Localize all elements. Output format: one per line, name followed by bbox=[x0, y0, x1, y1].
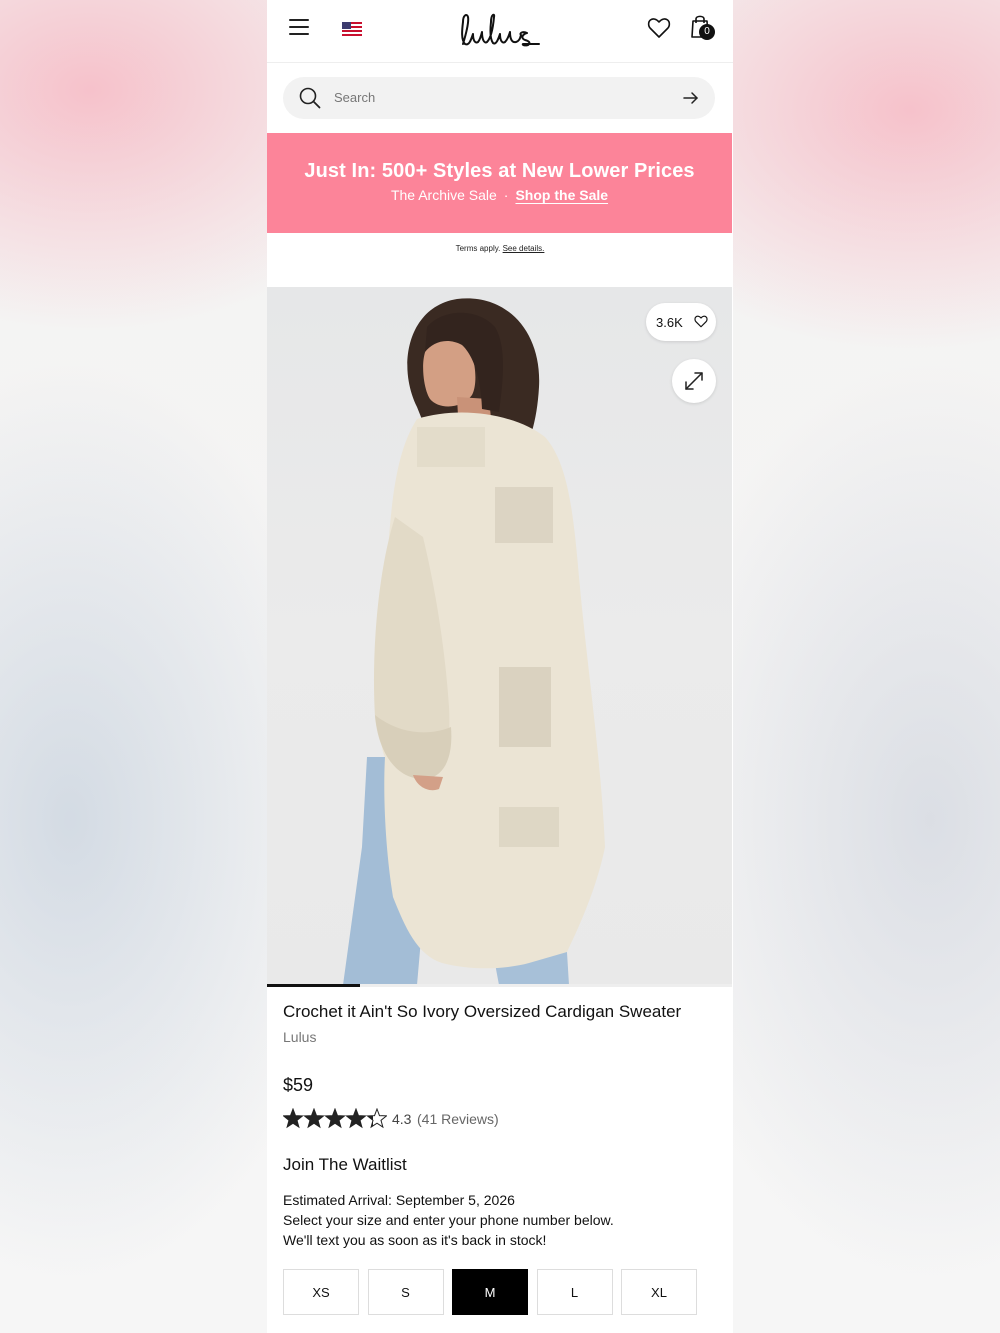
carousel-progress-fill bbox=[267, 984, 360, 987]
rating-stars bbox=[283, 1108, 387, 1129]
reviews-link[interactable]: (41 Reviews) bbox=[417, 1111, 499, 1127]
waitlist-instructions: Select your size and enter your phone nu… bbox=[283, 1212, 614, 1228]
search-bar[interactable]: Search bbox=[283, 77, 715, 119]
search-icon bbox=[299, 87, 321, 109]
size-option-s[interactable]: S bbox=[367, 1269, 444, 1315]
likes-count: 3.6K bbox=[656, 315, 683, 330]
heart-outline-icon bbox=[694, 315, 708, 328]
estimated-arrival: Estimated Arrival: September 5, 2026 bbox=[283, 1192, 515, 1208]
size-option-m[interactable]: M bbox=[452, 1269, 528, 1315]
arrow-right-icon[interactable] bbox=[683, 91, 699, 105]
promo-banner[interactable]: Just In: 500+ Styles at New Lower Prices… bbox=[267, 133, 732, 233]
promo-separator: · bbox=[503, 187, 509, 203]
heart-outline-icon[interactable] bbox=[647, 17, 671, 39]
product-photo bbox=[343, 298, 605, 985]
size-option-xs[interactable]: XS bbox=[283, 1269, 359, 1315]
likes-button[interactable]: 3.6K bbox=[646, 303, 716, 341]
waitlist-notice: We'll text you as soon as it's back in s… bbox=[283, 1232, 547, 1248]
waitlist-title: Join The Waitlist bbox=[283, 1155, 407, 1174]
cart-count-badge: 0 bbox=[699, 24, 715, 40]
star-fill bbox=[346, 1109, 366, 1128]
lulus-logo[interactable] bbox=[457, 12, 541, 48]
rating-value: 4.3 bbox=[392, 1111, 412, 1127]
star-fill bbox=[304, 1109, 324, 1128]
site-header: 0 bbox=[267, 0, 733, 63]
product-image[interactable] bbox=[267, 287, 732, 985]
us-flag-icon[interactable] bbox=[342, 22, 362, 36]
star-fill bbox=[283, 1109, 303, 1128]
promo-sale-name: The Archive Sale bbox=[390, 187, 497, 203]
size-option-l[interactable]: L bbox=[536, 1269, 613, 1315]
promo-headline: Just In: 500+ Styles at New Lower Prices bbox=[304, 160, 695, 182]
promo-subline: The Archive Sale · Shop the Sale bbox=[267, 187, 732, 203]
carousel-progress bbox=[267, 984, 732, 987]
size-option-xl[interactable]: XL bbox=[621, 1269, 697, 1315]
search-input[interactable]: Search bbox=[334, 90, 375, 105]
terms-text: Terms apply. bbox=[455, 244, 501, 253]
brand-link[interactable]: Lulus bbox=[283, 1029, 316, 1045]
expand-image-button[interactable] bbox=[672, 359, 716, 403]
expand-arrows-icon bbox=[685, 372, 703, 390]
product-price: $59 bbox=[283, 1075, 314, 1095]
star-fill bbox=[325, 1109, 345, 1128]
mobile-page: 0 Search Just In: 500+ Styles at New Low… bbox=[267, 0, 733, 1333]
hamburger-menu-icon[interactable] bbox=[289, 19, 309, 35]
product-title: Crochet it Ain't So Ivory Oversized Card… bbox=[283, 1002, 682, 1021]
see-details-link[interactable]: See details. bbox=[503, 244, 545, 253]
terms-note: Terms apply. See details. bbox=[267, 244, 733, 253]
shop-the-sale-link[interactable]: Shop the Sale bbox=[515, 187, 608, 203]
